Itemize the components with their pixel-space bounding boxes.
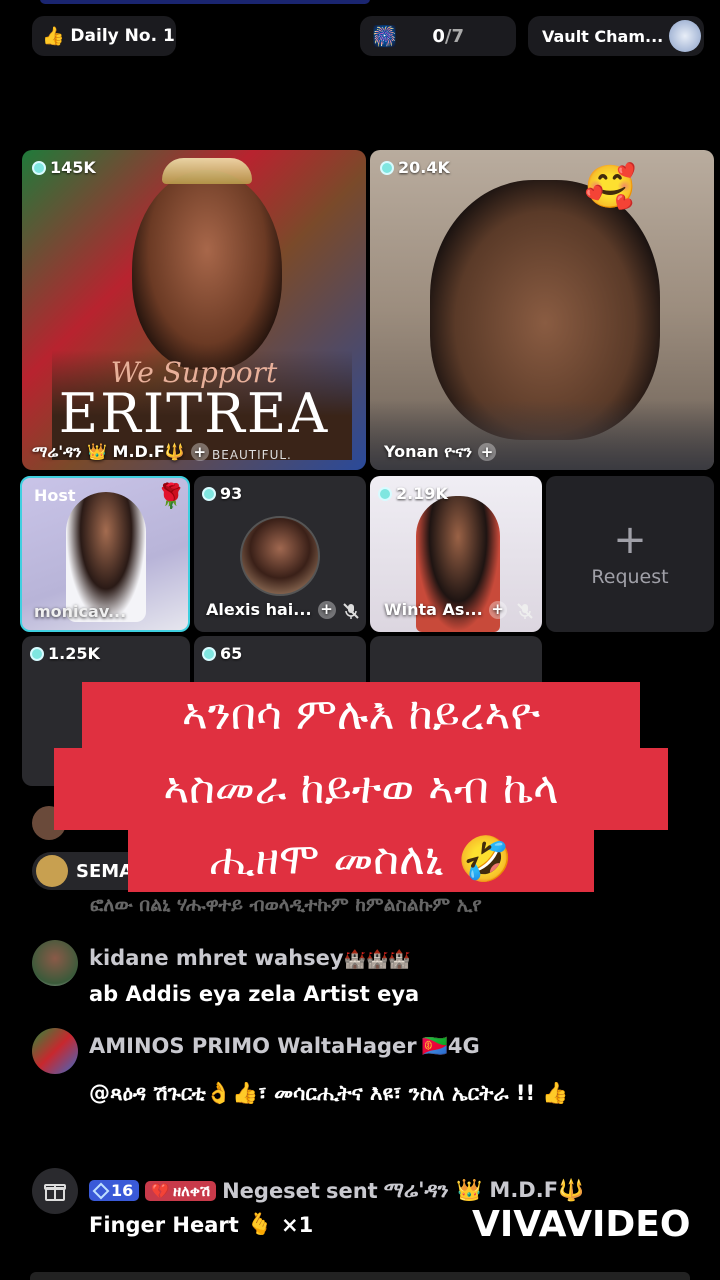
coin-value: 20.4K: [398, 158, 450, 177]
host-tile[interactable]: Host 🌹 monicav...: [20, 476, 190, 632]
counter-total: /7: [444, 25, 464, 47]
avatar: [36, 855, 68, 887]
fan-badge: 💔 ዘለቀሽ: [145, 1180, 217, 1201]
follow-plus-icon[interactable]: +: [477, 443, 496, 461]
avatar: [32, 1028, 78, 1074]
portrait-figure: [132, 170, 282, 370]
chat-message: ab Addis eya zela Artist eya: [89, 982, 420, 1006]
follow-plus-icon[interactable]: +: [190, 443, 209, 461]
caption-line-1: ኣንበሳ ምሉእ ከይረኣዮ: [82, 682, 640, 750]
guest-name: ማሬ'ዳን 👑 M.D.F🔱: [32, 442, 185, 461]
top-info-strip: [40, 0, 370, 4]
guest-tile-1[interactable]: We Support ERITREA BEAUTIFUL. 145K ማሬ'ዳን…: [22, 150, 366, 470]
vault-challenge-pill[interactable]: Vault Cham...: [528, 16, 704, 56]
guest-name-tag[interactable]: Alexis hai... +: [206, 600, 336, 619]
gift-sender[interactable]: Negeset: [222, 1179, 320, 1203]
rose-icon: 🌹: [156, 482, 186, 510]
coin-icon: [380, 160, 394, 175]
chat-message-partial: ፎለው በልኒ ሃሑዋተይ ብወላዲተኩም ከምልስልኩም ኢየ: [90, 894, 482, 916]
host-name-tag[interactable]: monicav...: [34, 602, 126, 621]
daily-rank-pill[interactable]: 👍 Daily No. 1: [32, 16, 176, 56]
guest-name: Winta As...: [384, 600, 483, 619]
trophy-beast-icon: [669, 20, 702, 52]
coin-count: 2.19K: [378, 484, 448, 503]
gift-header: 16 💔 ዘለቀሽ Negeset sent ማሬ'ዳን 👑 M.D.F🔱: [89, 1178, 584, 1203]
guest-name: Yonan ዮናን: [384, 442, 472, 461]
flag-badge: 🇪🇷4G: [421, 1034, 480, 1058]
coin-icon: [202, 486, 216, 501]
level-value: 16: [111, 1181, 134, 1200]
counter-current: 0: [432, 25, 445, 47]
request-button[interactable]: + Request: [546, 476, 714, 632]
gift-name: Finger Heart: [89, 1212, 239, 1237]
heart-icon: 💔: [151, 1181, 170, 1200]
request-label: Request: [591, 566, 669, 588]
caption-line-2: ኣስመራ ከይተወ ኣብ ኬላ: [54, 748, 668, 830]
diamond-icon: [92, 1182, 110, 1199]
coin-value: 145K: [50, 158, 96, 177]
host-name: monicav...: [34, 602, 127, 621]
vivavideo-watermark: VIVAVIDEO: [472, 1204, 691, 1245]
bottom-input-bar[interactable]: [30, 1272, 690, 1280]
follow-plus-icon[interactable]: +: [317, 600, 336, 619]
fireworks-icon: 🎆: [372, 24, 397, 48]
guest-name: Alexis hai...: [206, 600, 312, 619]
coin-value: 2.19K: [396, 484, 448, 503]
coin-icon: [30, 646, 44, 661]
guest-tile-5[interactable]: 2.19K Winta As... +: [370, 476, 542, 632]
vault-label: Vault Cham...: [542, 26, 664, 46]
heart-hug-emoji: 🥰: [584, 162, 637, 211]
guest-name-tag[interactable]: ማሬ'ዳን 👑 M.D.F🔱 +: [32, 442, 209, 462]
gift-receiver[interactable]: ማሬ'ዳን 👑 M.D.F🔱: [384, 1178, 585, 1203]
finger-heart-icon: 🫰: [246, 1212, 273, 1236]
guest-name-tag[interactable]: Yonan ዮናን +: [384, 442, 496, 462]
plus-icon: +: [613, 517, 647, 563]
avatar: [240, 516, 320, 596]
daily-rank-label: Daily No. 1: [70, 26, 175, 46]
avatar: [32, 940, 78, 986]
chat-message: @ጻዕዳ ሽጉርቲ👌👍፣ መሳርሒትና እዩ፣ ንስለ ኤርትራ !! 👍: [89, 1081, 569, 1105]
coin-count: 1.25K: [30, 644, 100, 663]
thumbs-up-icon: 👍: [42, 25, 65, 47]
coin-value: 1.25K: [48, 644, 100, 663]
chat-header: AMINOS PRIMO WaltaHager 🇪🇷4G: [89, 1034, 480, 1059]
poster-title: ERITREA: [58, 382, 330, 445]
host-badge: Host: [34, 486, 76, 505]
gift-detail: Finger Heart 🫰 ×1: [89, 1212, 313, 1237]
coin-count: 145K: [32, 158, 96, 177]
fan-badge-label: ዘለቀሽ: [172, 1181, 211, 1200]
chat-user-name[interactable]: kidane mhret wahsey: [89, 946, 344, 970]
coin-icon: [32, 160, 46, 175]
castle-badge-icon: 🏰🏰🏰: [343, 949, 411, 970]
crown-icon: [162, 158, 252, 184]
goal-counter-pill[interactable]: 🎆 0/7: [360, 16, 516, 56]
coin-value: 65: [220, 644, 243, 663]
coin-count: 20.4K: [380, 158, 450, 177]
guest-tile-2[interactable]: 🥰 20.4K Yonan ዮናን +: [370, 150, 714, 470]
guest-tile-4[interactable]: 93 Alexis hai... +: [194, 476, 366, 632]
gift-verb: sent: [325, 1178, 378, 1203]
mic-off-icon: [342, 602, 360, 624]
coin-count: 93: [202, 484, 242, 503]
follow-plus-icon[interactable]: +: [488, 600, 507, 619]
coin-icon: [378, 486, 392, 501]
mic-off-icon: [516, 602, 534, 624]
guest-name-tag[interactable]: Winta As... +: [384, 600, 507, 619]
gift-count: ×1: [280, 1212, 314, 1237]
coin-count: 65: [202, 644, 242, 663]
caption-line-3: ሒዘሞ መስለኒ 🤣: [128, 828, 594, 892]
chat-header: kidane mhret wahsey🏰🏰🏰: [89, 946, 411, 970]
coin-icon: [202, 646, 216, 661]
goal-counter: 0/7: [432, 26, 464, 47]
chat-user-name: SEMA: [76, 860, 134, 882]
chat-user-name[interactable]: AMINOS PRIMO WaltaHager: [89, 1034, 417, 1058]
gift-box-icon: [32, 1168, 78, 1214]
poster-subtext: BEAUTIFUL.: [212, 448, 292, 462]
level-badge: 16: [89, 1180, 140, 1201]
coin-value: 93: [220, 484, 243, 503]
